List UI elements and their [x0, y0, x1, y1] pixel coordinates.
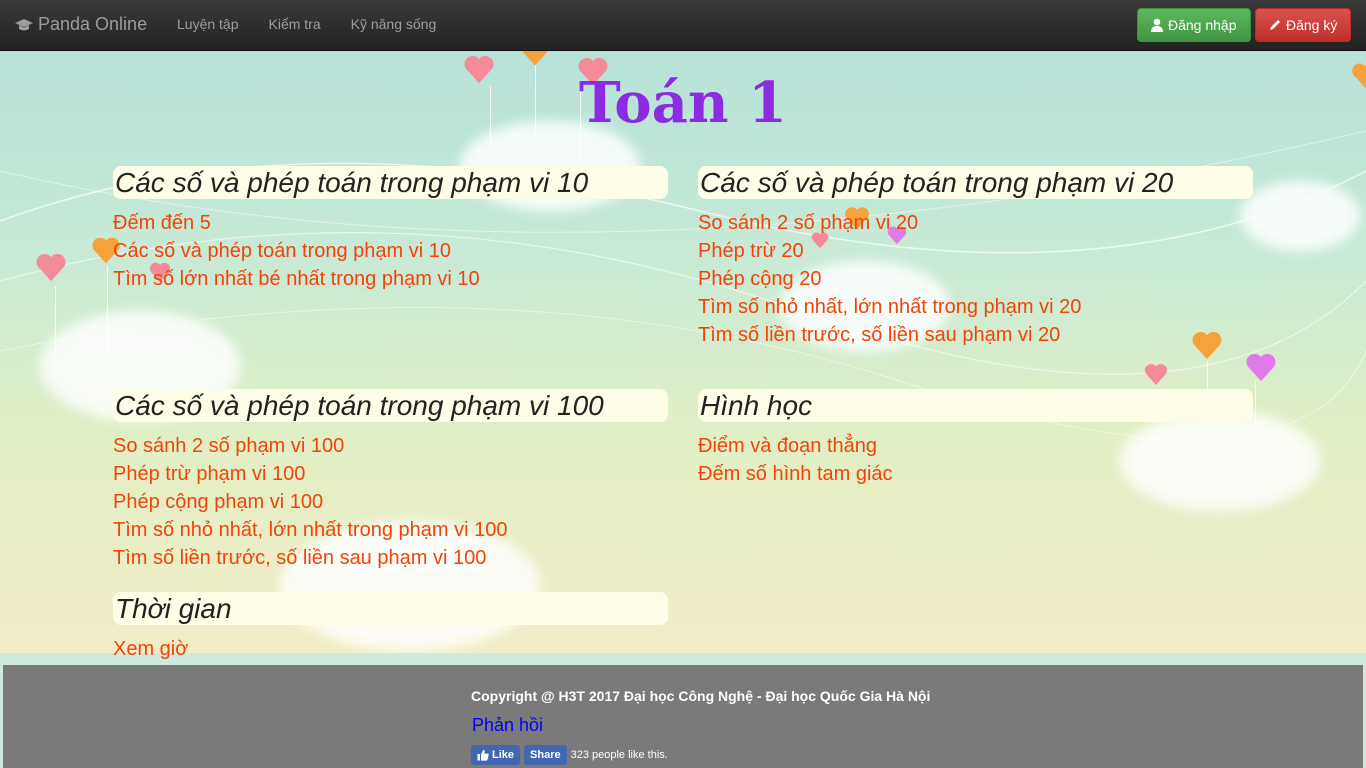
lesson-link[interactable]: Tìm số liền trước, số liền sau phạm vi 1…: [113, 544, 668, 572]
lesson-link[interactable]: So sánh 2 số phạm vi 20: [698, 209, 1253, 237]
feedback-link[interactable]: Phản hồi: [472, 715, 543, 736]
like-count: 323 people like this.: [570, 749, 668, 761]
nav-links: Luyện tập Kiểm tra Kỹ năng sống: [162, 16, 451, 32]
share-label: Share: [530, 749, 561, 761]
lesson-link[interactable]: Phép trừ 20: [698, 237, 1253, 265]
section-pham-vi-100: Các số và phép toán trong phạm vi 100 So…: [113, 389, 668, 572]
lesson-link[interactable]: So sánh 2 số phạm vi 100: [113, 432, 668, 460]
lesson-link[interactable]: Phép trừ phạm vi 100: [113, 460, 668, 488]
section-pham-vi-20: Các số và phép toán trong phạm vi 20 So …: [698, 166, 1253, 349]
section-pham-vi-10: Các số và phép toán trong phạm vi 10 Đếm…: [113, 166, 668, 293]
page-title: Toán 1: [578, 70, 788, 136]
section-heading: Các số và phép toán trong phạm vi 20: [698, 166, 1253, 199]
balloon-string: [55, 286, 56, 366]
nav-luyen-tap[interactable]: Luyện tập: [162, 16, 254, 32]
section-thoi-gian: Thời gian Xem giờ: [113, 592, 668, 663]
nav-ky-nang-song[interactable]: Kỹ năng sống: [336, 16, 452, 32]
like-label: Like: [492, 749, 515, 761]
brand-label: Panda Online: [38, 14, 148, 34]
facebook-share-button[interactable]: Share: [524, 745, 567, 765]
balloon-string: [1255, 381, 1256, 461]
register-label: Đăng ký: [1286, 17, 1338, 33]
lesson-link[interactable]: Tìm số lớn nhất bé nhất trong phạm vi 10: [113, 265, 668, 293]
nav-kiem-tra[interactable]: Kiểm tra: [254, 16, 336, 32]
login-button[interactable]: Đăng nhập: [1137, 8, 1251, 42]
lesson-link[interactable]: Tìm số nhỏ nhất, lớn nhất trong phạm vi …: [698, 293, 1253, 321]
brand-link[interactable]: Panda Online: [14, 14, 147, 35]
lesson-link[interactable]: Phép cộng phạm vi 100: [113, 488, 668, 516]
section-heading: Các số và phép toán trong phạm vi 100: [113, 389, 668, 422]
heart-balloon-icon: [522, 51, 548, 66]
thumbs-up-icon: [477, 749, 489, 761]
lesson-link[interactable]: Đếm số hình tam giác: [698, 460, 1253, 488]
cloud-decoration: [1240, 181, 1360, 251]
copyright-text: Copyright @ H3T 2017 Đại học Công Nghệ -…: [471, 688, 931, 704]
balloon-string: [107, 266, 108, 356]
user-icon: [1151, 18, 1163, 32]
facebook-like-widget: Like Share 323 people like this.: [471, 745, 668, 765]
lesson-link[interactable]: Xem giờ: [113, 635, 668, 663]
section-heading: Các số và phép toán trong phạm vi 10: [113, 166, 668, 199]
section-heading: Thời gian: [113, 592, 668, 625]
lesson-link[interactable]: Các số và phép toán trong phạm vi 10: [113, 237, 668, 265]
heart-balloon-icon: [1144, 364, 1168, 385]
lesson-link[interactable]: Điểm và đoạn thẳng: [698, 432, 1253, 460]
heart-balloon-icon: [36, 253, 66, 282]
login-label: Đăng nhập: [1168, 17, 1237, 33]
navbar: Panda Online Luyện tập Kiểm tra Kỹ năng …: [0, 0, 1366, 51]
lesson-link[interactable]: Tìm số nhỏ nhất, lớn nhất trong phạm vi …: [113, 516, 668, 544]
footer: Copyright @ H3T 2017 Đại học Công Nghệ -…: [3, 665, 1363, 768]
section-hinh-hoc: Hình học Điểm và đoạn thẳng Đếm số hình …: [698, 389, 1253, 488]
lesson-link[interactable]: Đếm đến 5: [113, 209, 668, 237]
facebook-like-button[interactable]: Like: [471, 745, 521, 765]
graduation-cap-icon: [15, 18, 33, 30]
section-heading: Hình học: [698, 389, 1253, 422]
heart-balloon-icon: [1246, 353, 1276, 382]
pencil-icon: [1270, 20, 1280, 30]
lesson-link[interactable]: Phép cộng 20: [698, 265, 1253, 293]
register-button[interactable]: Đăng ký: [1255, 8, 1351, 42]
lesson-link[interactable]: Tìm số liền trước, số liền sau phạm vi 2…: [698, 321, 1253, 349]
